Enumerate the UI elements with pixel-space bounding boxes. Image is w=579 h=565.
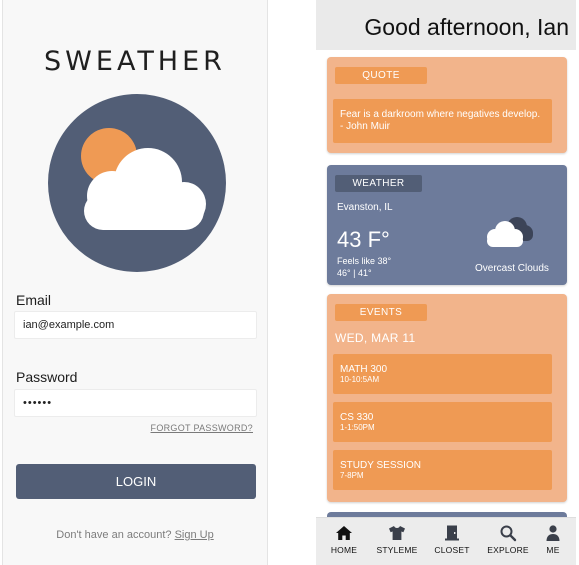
forgot-password-link[interactable]: FORGOT PASSWORD? — [151, 423, 253, 433]
signup-prompt-text: Don't have an account? — [56, 529, 175, 541]
events-card: EVENTS WED, MAR 11 MATH 300 10-10:5AM CS… — [327, 294, 567, 502]
quote-card: QUOTE Fear is a darkroom where negatives… — [327, 57, 567, 153]
quote-tag: QUOTE — [335, 67, 427, 84]
home-screen: Good afternoon, Ian QUOTE Fear is a dark… — [316, 0, 576, 565]
cloud-icon — [487, 217, 533, 247]
weather-temperature: 43 F° — [337, 227, 390, 252]
event-title: CS 330 — [340, 412, 374, 423]
weather-condition: Overcast Clouds — [475, 263, 549, 274]
event-time: 1-1:50PM — [340, 423, 375, 432]
nav-explore[interactable]: EXPLORE — [484, 524, 532, 555]
weather-high-low: 46° | 41° — [337, 268, 372, 278]
weather-logo-icon — [48, 94, 226, 272]
signup-prompt: Don't have an account? Sign Up — [3, 529, 267, 541]
event-title: MATH 300 — [340, 364, 388, 375]
events-date: WED, MAR 11 — [335, 331, 416, 345]
bottom-nav: HOME STYLEME CLOSET EXPLORE ME — [316, 517, 576, 565]
email-field[interactable] — [14, 311, 257, 339]
event-item[interactable]: CS 330 1-1:50PM — [333, 402, 552, 442]
password-field[interactable] — [14, 389, 257, 417]
nav-label: HOME — [330, 545, 358, 555]
app-title: SWEATHER — [44, 46, 226, 77]
home-icon — [336, 526, 352, 540]
nav-label: EXPLORE — [487, 545, 529, 555]
login-screen: SWEATHER Email Password FORGOT PASSWORD?… — [2, 0, 268, 565]
event-title: STUDY SESSION — [340, 460, 421, 471]
weather-feels-like: Feels like 38° — [337, 256, 392, 266]
event-time: 7-8PM — [340, 471, 364, 480]
weather-tag: WEATHER — [335, 175, 422, 192]
search-icon — [500, 525, 517, 542]
weather-card[interactable]: WEATHER Evanston, IL 43 F° Feels like 38… — [327, 165, 567, 285]
nav-closet[interactable]: CLOSET — [428, 524, 476, 555]
events-tag: EVENTS — [335, 304, 427, 321]
shirt-icon — [389, 526, 405, 540]
nav-label: STYLEME — [376, 545, 418, 555]
weather-location: Evanston, IL — [337, 202, 393, 213]
nav-label: CLOSET — [434, 545, 470, 555]
event-time: 10-10:5AM — [340, 375, 380, 384]
password-label: Password — [16, 369, 78, 385]
person-icon — [546, 525, 560, 541]
nav-me[interactable]: ME — [529, 524, 576, 555]
nav-home[interactable]: HOME — [320, 524, 368, 555]
closet-icon — [445, 525, 459, 541]
greeting-text: Good afternoon, Ian — [364, 14, 569, 40]
greeting-header: Good afternoon, Ian — [316, 0, 576, 50]
login-button[interactable]: LOGIN — [16, 464, 256, 499]
signup-link[interactable]: Sign Up — [175, 529, 214, 541]
event-item[interactable]: STUDY SESSION 7-8PM — [333, 450, 552, 490]
nav-styleme[interactable]: STYLEME — [373, 524, 421, 555]
nav-label: ME — [546, 545, 560, 555]
email-label: Email — [16, 292, 52, 308]
quote-text: Fear is a darkroom where negatives devel… — [333, 99, 552, 143]
event-item[interactable]: MATH 300 10-10:5AM — [333, 354, 552, 394]
